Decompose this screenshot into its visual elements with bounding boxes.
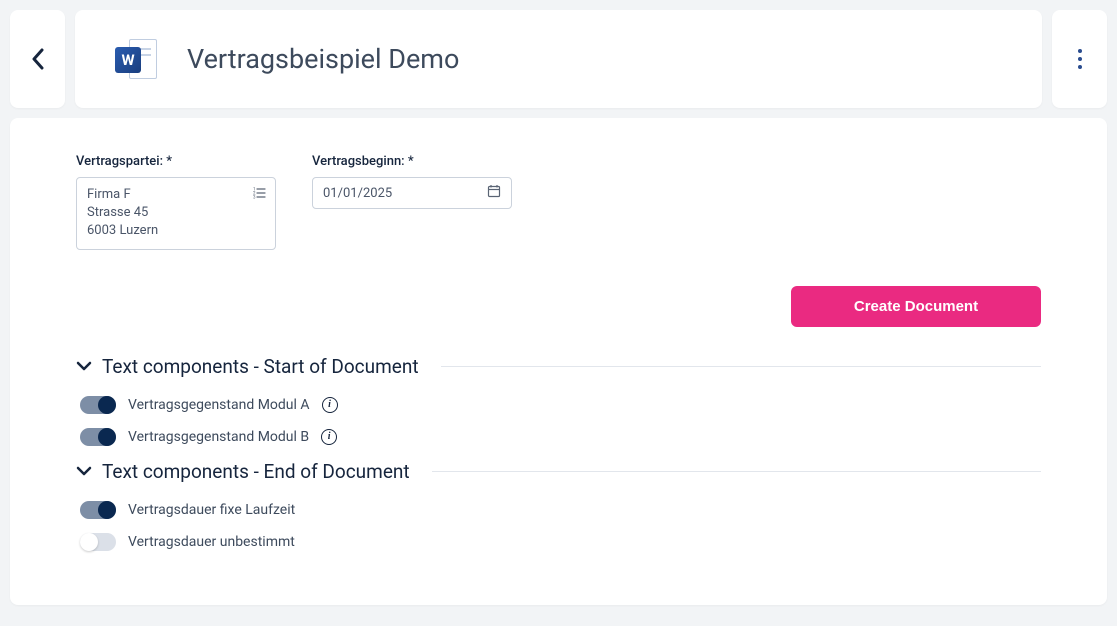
section-start: Text components - Start of Document Vert… — [76, 355, 1041, 446]
toggle-label-modul-a: Vertragsgegenstand Modul A — [128, 397, 310, 413]
info-icon[interactable]: i — [322, 397, 338, 413]
word-icon: W — [115, 39, 157, 79]
form-row: Vertragspartei: * Firma F Strasse 45 600… — [76, 154, 1041, 250]
svg-text:3: 3 — [253, 195, 256, 201]
toggle-row-modul-a: Vertragsgegenstand Modul A i — [76, 396, 1041, 414]
title-bar: W Vertragsbeispiel Demo — [75, 10, 1042, 108]
toggle-modul-a[interactable] — [80, 396, 116, 414]
divider — [432, 471, 1041, 472]
startdate-value: 01/01/2025 — [323, 186, 392, 201]
section-end-title: Text components - End of Document — [102, 460, 410, 483]
page-title: Vertragsbeispiel Demo — [187, 43, 459, 75]
party-line1: Firma F — [87, 186, 265, 204]
toggle-row-unbestimmt: Vertragsdauer unbestimmt — [76, 533, 1041, 551]
action-row: Create Document — [76, 286, 1041, 327]
toggle-label-modul-b: Vertragsgegenstand Modul B — [128, 429, 309, 445]
party-line3: 6003 Luzern — [87, 222, 265, 240]
party-line2: Strasse 45 — [87, 204, 265, 222]
create-document-button[interactable]: Create Document — [791, 286, 1041, 327]
chevron-left-icon — [31, 48, 45, 70]
section-end: Text components - End of Document Vertra… — [76, 460, 1041, 551]
section-start-header[interactable]: Text components - Start of Document — [76, 355, 1041, 378]
startdate-input[interactable]: 01/01/2025 — [312, 177, 512, 209]
toggle-row-modul-b: Vertragsgegenstand Modul B i — [76, 428, 1041, 446]
party-input[interactable]: Firma F Strasse 45 6003 Luzern 123 — [76, 177, 276, 250]
content-panel: Vertragspartei: * Firma F Strasse 45 600… — [10, 118, 1107, 605]
section-end-header[interactable]: Text components - End of Document — [76, 460, 1041, 483]
calendar-icon — [487, 184, 501, 202]
toggle-modul-b[interactable] — [80, 428, 116, 446]
chevron-down-icon — [76, 360, 92, 372]
startdate-field: Vertragsbeginn: * 01/01/2025 — [312, 154, 512, 250]
section-start-title: Text components - Start of Document — [102, 355, 419, 378]
toggle-unbestimmt[interactable] — [80, 533, 116, 551]
toggle-label-fixe-laufzeit: Vertragsdauer fixe Laufzeit — [128, 502, 295, 518]
toggle-row-fixe-laufzeit: Vertragsdauer fixe Laufzeit — [76, 501, 1041, 519]
info-icon[interactable]: i — [321, 429, 337, 445]
toggle-label-unbestimmt: Vertragsdauer unbestimmt — [128, 534, 295, 550]
list-icon[interactable]: 123 — [253, 186, 267, 206]
startdate-label: Vertragsbeginn: * — [312, 154, 512, 169]
divider — [441, 366, 1041, 367]
party-field: Vertragspartei: * Firma F Strasse 45 600… — [76, 154, 276, 250]
toggle-fixe-laufzeit[interactable] — [80, 501, 116, 519]
party-label: Vertragspartei: * — [76, 154, 276, 169]
more-vertical-icon — [1078, 49, 1082, 69]
back-button[interactable] — [10, 10, 65, 108]
more-menu-button[interactable] — [1052, 10, 1107, 108]
chevron-down-icon — [76, 465, 92, 477]
